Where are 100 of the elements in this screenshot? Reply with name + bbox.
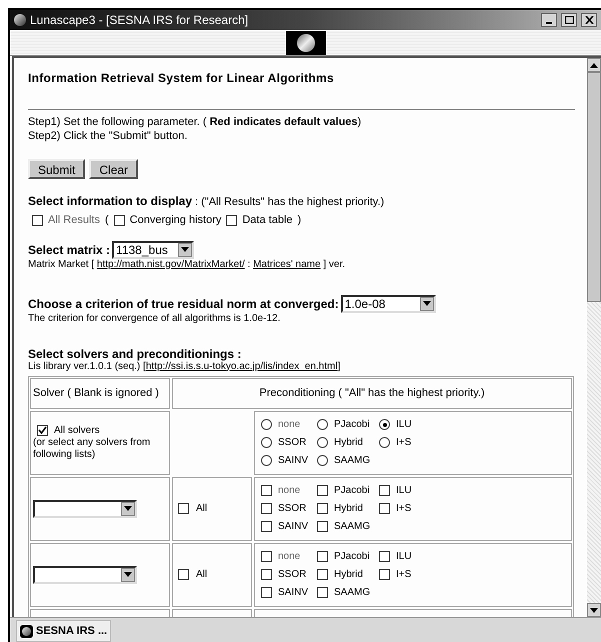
option-label: SAAMG: [334, 520, 370, 532]
scroll-thumb[interactable]: [587, 72, 601, 302]
parenthesis-text: ): [298, 213, 302, 228]
option-label: PJacobi: [334, 418, 370, 430]
source-text: :: [246, 258, 252, 270]
checkbox[interactable]: [261, 521, 272, 532]
option-label: ILU: [396, 484, 412, 496]
checkbox[interactable]: [379, 503, 390, 514]
option-label: All: [196, 502, 208, 516]
checkbox[interactable]: [317, 503, 328, 514]
option-label: SAINV: [278, 454, 308, 466]
checkbox[interactable]: [317, 587, 328, 598]
section-note: : ("All Results" has the highest priority.): [195, 195, 384, 209]
option-label: ILU: [396, 550, 412, 562]
radio-button[interactable]: [261, 437, 272, 448]
section-label: Select matrix :: [28, 242, 110, 258]
dropdown[interactable]: 1.0e-08: [340, 294, 436, 312]
option-label: none: [278, 484, 300, 496]
radio-button[interactable]: [317, 419, 328, 430]
option-label: ILU: [396, 418, 412, 430]
option-label: SSOR: [278, 502, 306, 514]
checkbox[interactable]: [317, 485, 328, 496]
option-label: All Results: [48, 213, 100, 228]
checkbox[interactable]: [379, 485, 390, 496]
option-label: All solvers: [54, 424, 100, 436]
criterion-note: The criterion for convergence of all algorithms is 1.0e-12.: [28, 312, 282, 324]
checkbox[interactable]: [261, 551, 272, 562]
scroll-down-icon[interactable]: [587, 603, 601, 617]
source-text: ]: [338, 360, 340, 372]
checkbox[interactable]: [261, 587, 272, 598]
link[interactable]: Matrices' name: [253, 258, 321, 270]
table-header: Preconditioning ( "All" has the highest priority.): [172, 378, 572, 408]
scroll-bar[interactable]: [587, 58, 601, 617]
checkbox[interactable]: [261, 503, 272, 514]
link[interactable]: http://ssi.is.s.u-tokyo.ac.jp/lis/index_en.html: [146, 360, 338, 372]
checkbox[interactable]: [379, 551, 390, 562]
radio-button[interactable]: [261, 419, 272, 430]
globe-icon: [14, 14, 26, 26]
scroll-up-icon[interactable]: [587, 58, 601, 72]
option-label: none: [278, 550, 300, 562]
checkbox[interactable]: [37, 425, 48, 436]
section-label: Select information to display: [28, 194, 192, 208]
parenthesis-text: (: [104, 213, 109, 228]
option-label: PJacobi: [334, 550, 370, 562]
taskbar-tab[interactable]: SESNA IRS ...: [16, 620, 112, 642]
checkbox[interactable]: [317, 521, 328, 532]
dropdown[interactable]: 1138_bus: [112, 240, 194, 258]
dropdown[interactable]: [33, 566, 137, 584]
dropdown[interactable]: [33, 500, 137, 518]
option-label: I+S: [396, 436, 412, 448]
option-label: All: [196, 568, 208, 582]
checkbox[interactable]: [317, 569, 328, 580]
source-text: ] ver.: [322, 258, 346, 270]
option-label: SAAMG: [334, 454, 370, 466]
option-label: Hybrid: [334, 502, 363, 514]
option-label: I+S: [396, 502, 412, 514]
option-label: SSOR: [278, 436, 306, 448]
radio-button[interactable]: [379, 419, 390, 430]
window-title: Lunascape3 - [SESNA IRS for Research]: [30, 12, 250, 29]
radio-button[interactable]: [261, 455, 272, 466]
section-label: Select solvers and preconditionings :: [28, 346, 242, 360]
checkbox[interactable]: [178, 503, 189, 514]
option-label: Hybrid: [334, 568, 363, 580]
step-text: Step1) Set the following parameter. ( Red indicates default values): [28, 115, 362, 129]
option-label: Hybrid: [334, 436, 363, 448]
radio-button[interactable]: [317, 437, 328, 448]
close-icon[interactable]: [581, 13, 597, 27]
link[interactable]: http://math.nist.gov/MatrixMarket/: [96, 258, 245, 270]
maximize-icon[interactable]: [561, 13, 577, 27]
checkbox[interactable]: [226, 214, 238, 226]
option-label: none: [278, 418, 300, 430]
cell-note: (or select any solvers from following lists): [33, 436, 152, 460]
checkbox[interactable]: [317, 551, 328, 562]
checkbox[interactable]: [379, 569, 390, 580]
form-button[interactable]: Submit: [28, 159, 86, 179]
source-text: Lis library ver.1.0.1 (seq.) [: [28, 360, 146, 372]
option-label: SAAMG: [334, 586, 370, 598]
checkbox[interactable]: [114, 214, 125, 226]
globe-icon: [20, 624, 33, 638]
radio-button[interactable]: [379, 437, 390, 448]
option-label: SAINV: [278, 520, 308, 532]
form-button[interactable]: Clear: [89, 159, 138, 179]
option-label: I+S: [396, 568, 412, 580]
logo-icon: [286, 30, 326, 54]
minimize-icon[interactable]: [541, 13, 557, 27]
option-label: SSOR: [278, 568, 306, 580]
step-text: Step2) Click the "Submit" button.: [28, 129, 188, 143]
checkbox[interactable]: [178, 569, 189, 580]
source-text: Matrix Market [: [28, 258, 96, 270]
option-label: PJacobi: [334, 484, 370, 496]
page-heading: Information Retrieval System for Linear Algorithms: [28, 71, 335, 85]
checkbox[interactable]: [261, 569, 272, 580]
option-label: SAINV: [278, 586, 308, 598]
section-label: Choose a criterion of true residual norm at converged:: [28, 296, 339, 312]
option-label: Data table: [242, 213, 293, 228]
table-header: Solver ( Blank is ignored ): [30, 378, 170, 408]
checkbox[interactable]: [261, 485, 272, 496]
radio-button[interactable]: [317, 455, 328, 466]
checkbox[interactable]: [32, 214, 43, 226]
option-label: Converging history: [130, 213, 222, 228]
